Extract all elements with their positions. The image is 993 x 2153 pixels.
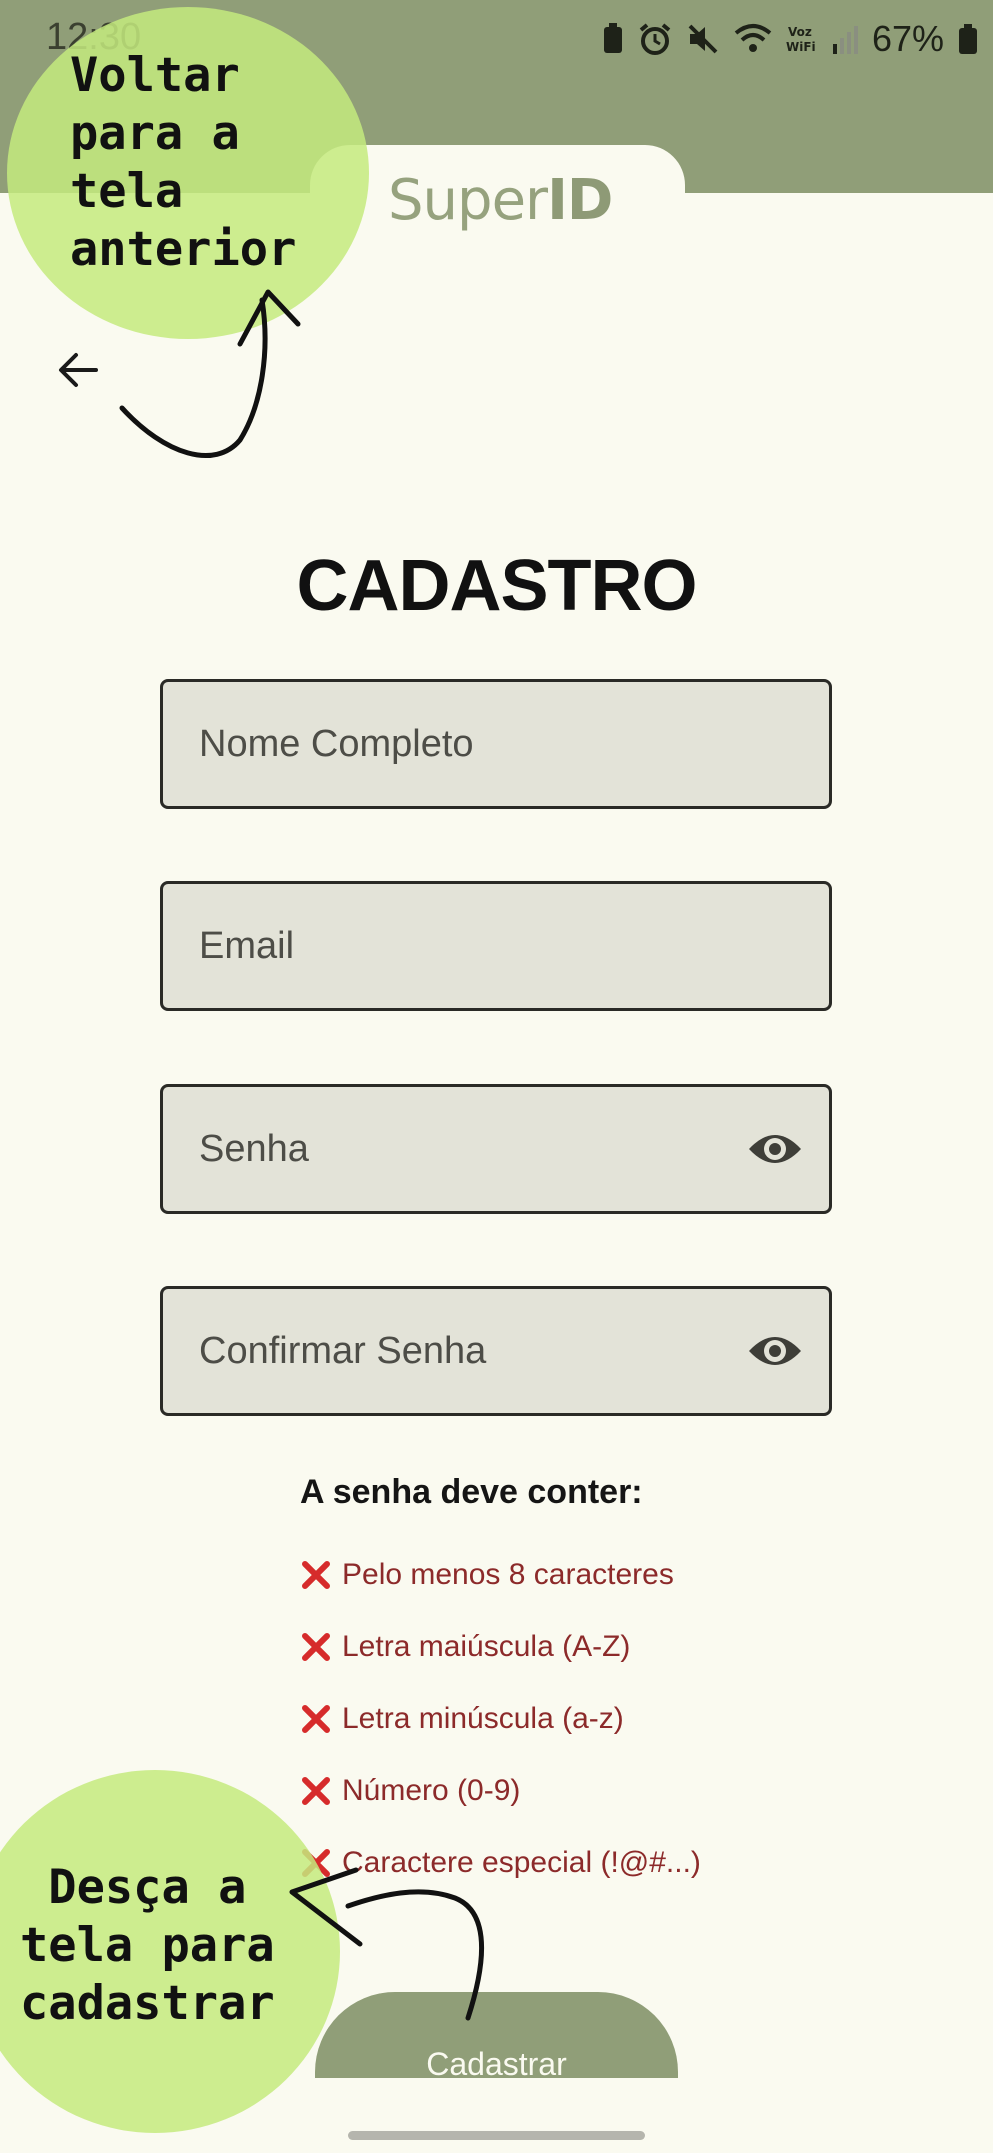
requirement-text: Número (0-9) <box>342 1774 521 1807</box>
requirement-item: Letra minúscula (a-z) <box>300 1699 624 1739</box>
register-button-label: Cadastrar <box>426 2046 567 2082</box>
requirement-text: Letra maiúscula (A-Z) <box>342 1630 631 1663</box>
battery-icon <box>959 24 978 54</box>
logo-text-id: ID <box>547 168 613 233</box>
requirement-item: Número (0-9) <box>300 1771 520 1811</box>
svg-text:Voz: Voz <box>788 25 812 39</box>
home-indicator[interactable] <box>348 2131 645 2140</box>
x-icon <box>300 1775 332 1807</box>
svg-text:WiFi: WiFi <box>786 40 816 54</box>
requirement-text: Pelo menos 8 caracteres <box>342 1558 674 1591</box>
full-name-field <box>160 679 832 809</box>
annotation-back-text: Voltar para a tela anterior <box>70 48 297 277</box>
vowifi-icon: Voz WiFi <box>786 25 816 54</box>
full-name-input[interactable] <box>199 682 759 806</box>
x-icon <box>300 1559 332 1591</box>
eye-icon <box>749 1337 801 1365</box>
email-field <box>160 881 832 1011</box>
toggle-confirm-visibility-button[interactable] <box>747 1326 803 1376</box>
eye-icon <box>749 1135 801 1163</box>
register-button[interactable]: Cadastrar <box>315 1992 678 2082</box>
requirement-text: Letra minúscula (a-z) <box>342 1702 624 1735</box>
page-title: CADASTRO <box>296 546 698 626</box>
signal-icon <box>833 26 858 54</box>
app-logo: SuperID <box>388 168 613 233</box>
logo-text-super: Super <box>388 168 548 233</box>
confirm-password-field <box>160 1286 832 1416</box>
password-requirements-heading: A senha deve conter: <box>300 1473 643 1511</box>
signup-screen: 12:30 Voz WiFi 67% <box>0 0 993 2153</box>
back-arrow-icon <box>59 353 98 387</box>
password-field <box>160 1084 832 1214</box>
password-input[interactable] <box>199 1087 759 1211</box>
confirm-password-input[interactable] <box>199 1289 759 1413</box>
battery-saver-icon <box>604 23 622 53</box>
annotation-scroll-text: Desça a tela para cadastrar <box>20 1860 275 2031</box>
mute-icon <box>688 24 718 54</box>
status-icons: Voz WiFi 67% <box>602 14 978 64</box>
x-icon <box>300 1631 332 1663</box>
wifi-icon <box>734 24 772 52</box>
email-input[interactable] <box>199 884 759 1008</box>
alarm-icon <box>639 23 671 55</box>
requirement-item: Letra maiúscula (A-Z) <box>300 1627 630 1667</box>
battery-percent: 67% <box>872 18 945 59</box>
x-icon <box>300 1703 332 1735</box>
requirement-item: Caractere especial (!@#...) <box>300 1843 701 1883</box>
back-button[interactable] <box>48 340 108 400</box>
requirement-item: Pelo menos 8 caracteres <box>300 1555 674 1595</box>
requirement-text: Caractere especial (!@#...) <box>342 1846 701 1879</box>
toggle-password-visibility-button[interactable] <box>747 1124 803 1174</box>
